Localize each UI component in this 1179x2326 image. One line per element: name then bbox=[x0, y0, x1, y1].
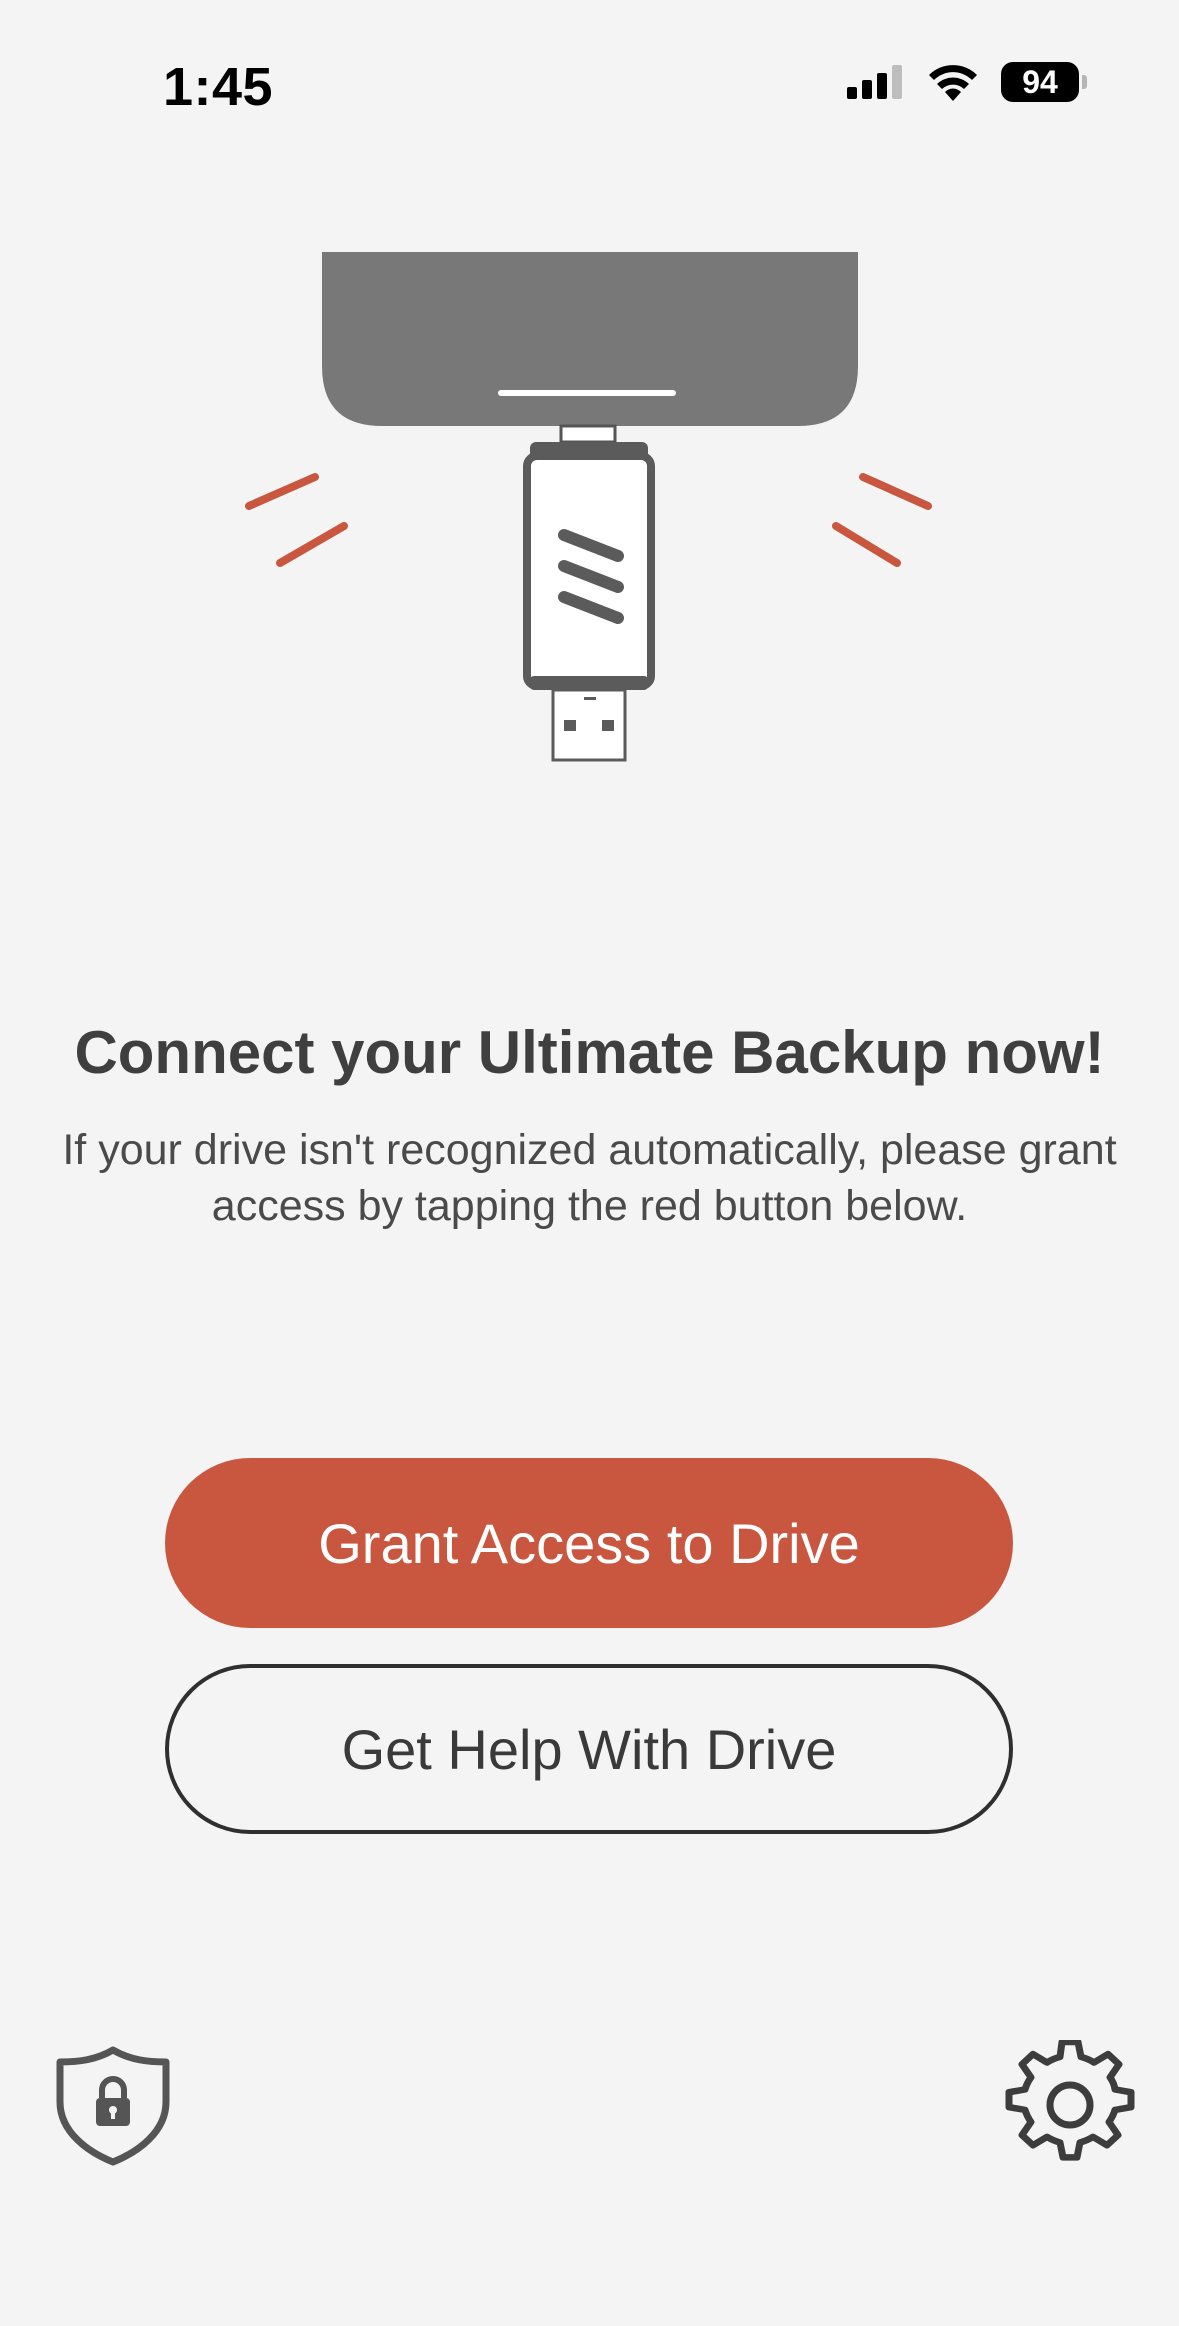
status-time: 1:45 bbox=[163, 57, 274, 117]
get-help-label: Get Help With Drive bbox=[341, 1717, 837, 1781]
phone-body bbox=[322, 252, 858, 426]
grant-access-button[interactable]: Grant Access to Drive bbox=[165, 1458, 1013, 1628]
page-title: Connect your Ultimate Backup now! bbox=[74, 1019, 1105, 1086]
usb-collar bbox=[530, 676, 648, 690]
usb-a-plug bbox=[551, 688, 627, 762]
status-icons: 94 bbox=[847, 62, 1087, 102]
grant-access-label: Grant Access to Drive bbox=[318, 1511, 860, 1575]
battery-level: 94 bbox=[1022, 64, 1058, 100]
get-help-button[interactable]: Get Help With Drive bbox=[165, 1664, 1013, 1834]
battery-icon: 94 bbox=[1001, 62, 1087, 102]
shield-lock-icon[interactable] bbox=[48, 2040, 178, 2170]
gear-icon[interactable] bbox=[1005, 2040, 1135, 2170]
usb-drive-illustration bbox=[245, 252, 932, 762]
cellular-signal-icon bbox=[847, 65, 902, 99]
usb-c-connector bbox=[559, 424, 617, 444]
instructions-text: If your drive isn't recognized automatic… bbox=[62, 1126, 1117, 1230]
phone-home-indicator bbox=[498, 390, 676, 396]
wifi-icon bbox=[929, 65, 977, 101]
battery-cap bbox=[1082, 75, 1087, 89]
